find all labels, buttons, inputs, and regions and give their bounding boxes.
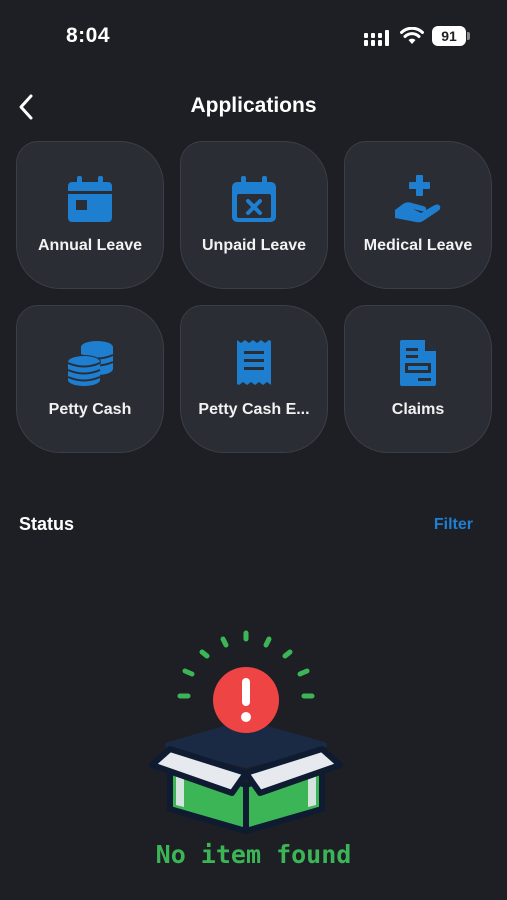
nav-header: Applications xyxy=(0,84,507,130)
calendar-x-icon xyxy=(232,176,276,222)
tile-annual-leave[interactable]: Annual Leave xyxy=(16,141,164,289)
tile-label: Annual Leave xyxy=(37,237,143,254)
cellular-signal-icon xyxy=(364,30,389,46)
coins-icon xyxy=(67,341,114,386)
document-icon xyxy=(400,340,436,386)
status-bar: 8:04 91 xyxy=(0,0,507,70)
status-title: Status xyxy=(19,514,75,534)
tile-label: Medical Leave xyxy=(363,237,473,254)
tile-medical-leave[interactable]: Medical Leave xyxy=(344,141,492,289)
tile-claims[interactable]: Claims xyxy=(344,305,492,453)
clock-time: 8:04 xyxy=(66,24,111,47)
tile-unpaid-leave[interactable]: Unpaid Leave xyxy=(180,141,328,289)
calendar-icon xyxy=(68,176,112,222)
empty-box-illustration xyxy=(149,630,343,834)
empty-state-message: No item found xyxy=(155,840,352,869)
tile-petty-cash-expense[interactable]: Petty Cash E... xyxy=(180,305,328,453)
tile-label: Petty Cash E... xyxy=(198,401,310,418)
medical-hand-icon xyxy=(395,175,441,223)
page-title: Applications xyxy=(190,94,317,117)
wifi-icon xyxy=(400,27,424,44)
tile-label: Claims xyxy=(391,401,445,418)
battery-level: 91 xyxy=(432,26,466,46)
status-section-header: Status Filter xyxy=(19,512,475,540)
tile-petty-cash[interactable]: Petty Cash xyxy=(16,305,164,453)
tile-label: Unpaid Leave xyxy=(201,237,307,254)
battery-tip xyxy=(467,32,470,40)
filter-button[interactable]: Filter xyxy=(434,516,473,534)
tile-label: Petty Cash xyxy=(48,401,132,418)
receipt-icon xyxy=(237,340,271,385)
